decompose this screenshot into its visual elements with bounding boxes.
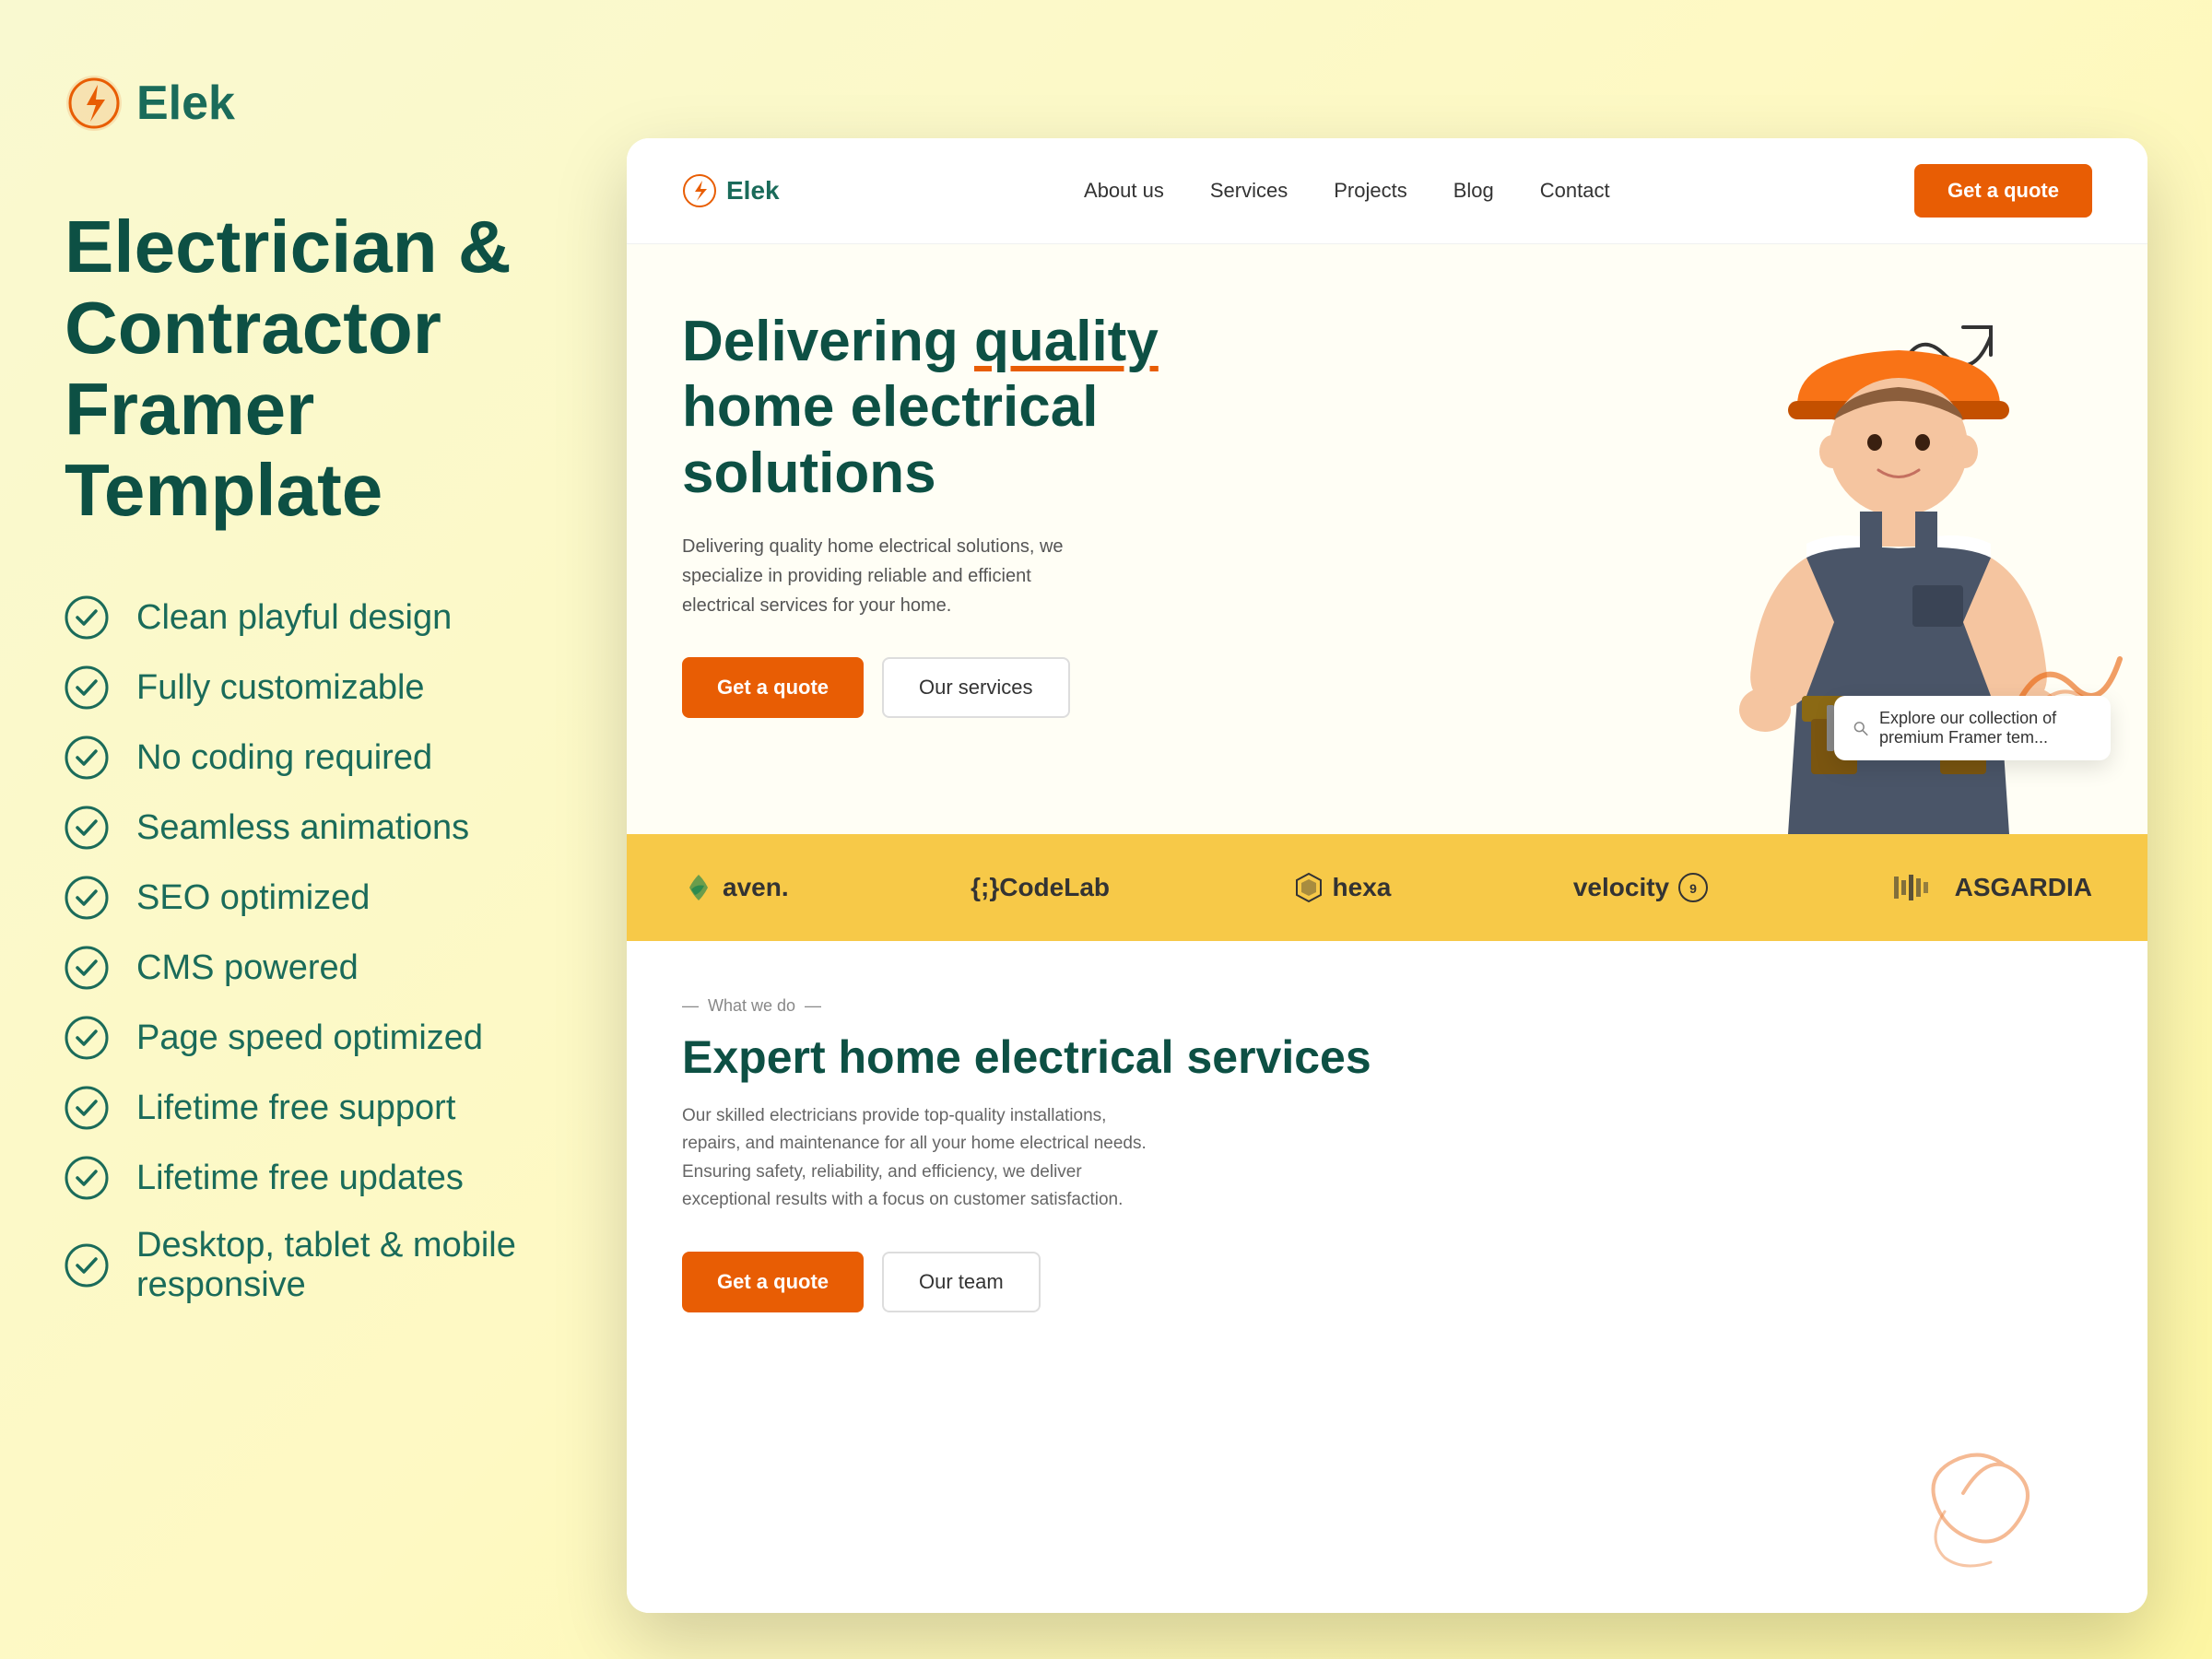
hero-title: Delivering quality home electricalsoluti… bbox=[682, 309, 1198, 506]
logo-aven: aven. bbox=[682, 871, 789, 904]
feature-label: SEO optimized bbox=[136, 878, 370, 918]
nav-link-services[interactable]: Services bbox=[1210, 179, 1288, 203]
hero-image-area: Explore our collection of premium Framer… bbox=[1502, 244, 2147, 834]
search-icon bbox=[1853, 715, 1868, 741]
feature-label: Fully customizable bbox=[136, 668, 425, 708]
feature-item: Fully customizable bbox=[65, 665, 525, 710]
services-title: Expert home electrical services bbox=[682, 1030, 2092, 1084]
check-icon bbox=[65, 1016, 109, 1060]
nav-link-blog[interactable]: Blog bbox=[1453, 179, 1494, 203]
feature-item: Seamless animations bbox=[65, 806, 525, 850]
hero-section: Delivering quality home electricalsoluti… bbox=[627, 244, 2147, 834]
explore-tooltip-text: Explore our collection of premium Framer… bbox=[1879, 709, 2092, 747]
services-our-team-button[interactable]: Our team bbox=[882, 1252, 1041, 1312]
check-icon bbox=[65, 595, 109, 640]
nav-link-projects[interactable]: Projects bbox=[1334, 179, 1406, 203]
nav-link-about[interactable]: About us bbox=[1084, 179, 1164, 203]
feature-label: Lifetime free updates bbox=[136, 1159, 464, 1198]
nav-links: About us Services Projects Blog Contact bbox=[1084, 179, 1610, 203]
feature-label: Desktop, tablet & mobile responsive bbox=[136, 1226, 525, 1305]
check-icon bbox=[65, 946, 109, 990]
nav-brand-icon bbox=[682, 173, 717, 208]
hero-description: Delivering quality home electrical solut… bbox=[682, 532, 1069, 620]
logo-asgardia: ASGARDIA bbox=[1892, 871, 2092, 904]
feature-item: Desktop, tablet & mobile responsive bbox=[65, 1226, 525, 1305]
left-panel: Elek Electrician & Contractor Framer Tem… bbox=[0, 0, 590, 1659]
hero-content: Delivering quality home electricalsoluti… bbox=[682, 309, 1198, 718]
brand-logo: Elek bbox=[65, 74, 525, 133]
check-icon bbox=[65, 735, 109, 780]
check-icon bbox=[65, 876, 109, 920]
nav-cta-button[interactable]: Get a quote bbox=[1914, 164, 2092, 218]
feature-label: Lifetime free support bbox=[136, 1088, 455, 1128]
services-section: What we do Expert home electrical servic… bbox=[627, 941, 2147, 1613]
nav-brand-name: Elek bbox=[726, 176, 780, 206]
what-we-do-label: What we do bbox=[682, 996, 2092, 1016]
feature-item: Clean playful design bbox=[65, 595, 525, 640]
hero-services-button[interactable]: Our services bbox=[882, 657, 1069, 718]
features-list: Clean playful design Fully customizable … bbox=[65, 595, 525, 1305]
explore-tooltip: Explore our collection of premium Framer… bbox=[1834, 696, 2111, 760]
services-description: Our skilled electricians provide top-qua… bbox=[682, 1102, 1161, 1215]
logo-hexa: hexa bbox=[1292, 871, 1392, 904]
feature-item: Page speed optimized bbox=[65, 1016, 525, 1060]
hero-buttons: Get a quote Our services bbox=[682, 657, 1198, 718]
brand-name: Elek bbox=[136, 76, 235, 131]
aven-icon bbox=[682, 871, 715, 904]
site-nav: Elek About us Services Projects Blog Con… bbox=[627, 138, 2147, 244]
asgardia-icon bbox=[1892, 871, 1947, 904]
feature-item: SEO optimized bbox=[65, 876, 525, 920]
hero-get-quote-button[interactable]: Get a quote bbox=[682, 657, 864, 718]
check-icon bbox=[65, 665, 109, 710]
check-icon bbox=[65, 1156, 109, 1200]
nav-link-contact[interactable]: Contact bbox=[1540, 179, 1610, 203]
hero-title-part1: Delivering bbox=[682, 310, 974, 373]
feature-item: Lifetime free updates bbox=[65, 1156, 525, 1200]
svg-text:9: 9 bbox=[1689, 881, 1697, 896]
hero-title-highlight: quality bbox=[974, 310, 1159, 373]
hexa-icon bbox=[1292, 871, 1325, 904]
check-icon bbox=[65, 806, 109, 850]
check-icon bbox=[65, 1086, 109, 1130]
check-icon bbox=[65, 1243, 109, 1288]
browser-mockup: Elek About us Services Projects Blog Con… bbox=[627, 138, 2147, 1613]
feature-label: CMS powered bbox=[136, 948, 359, 988]
swirl-decoration bbox=[1871, 1410, 2055, 1576]
feature-item: No coding required bbox=[65, 735, 525, 780]
nav-brand: Elek bbox=[682, 173, 780, 208]
brand-icon bbox=[65, 74, 124, 133]
main-title: Electrician & Contractor Framer Template bbox=[65, 206, 525, 531]
logo-codelab: {;}CodeLab bbox=[971, 873, 1110, 902]
feature-item: Lifetime free support bbox=[65, 1086, 525, 1130]
logos-strip: aven. {;}CodeLab hexa velocity 9 bbox=[627, 834, 2147, 941]
services-get-quote-button[interactable]: Get a quote bbox=[682, 1252, 864, 1312]
logo-velocity: velocity 9 bbox=[1573, 871, 1710, 904]
feature-label: No coding required bbox=[136, 738, 432, 778]
velocity-icon: 9 bbox=[1677, 871, 1710, 904]
feature-item: CMS powered bbox=[65, 946, 525, 990]
services-buttons: Get a quote Our team bbox=[682, 1252, 2092, 1312]
feature-label: Clean playful design bbox=[136, 598, 452, 638]
feature-label: Page speed optimized bbox=[136, 1018, 483, 1058]
feature-label: Seamless animations bbox=[136, 808, 469, 848]
